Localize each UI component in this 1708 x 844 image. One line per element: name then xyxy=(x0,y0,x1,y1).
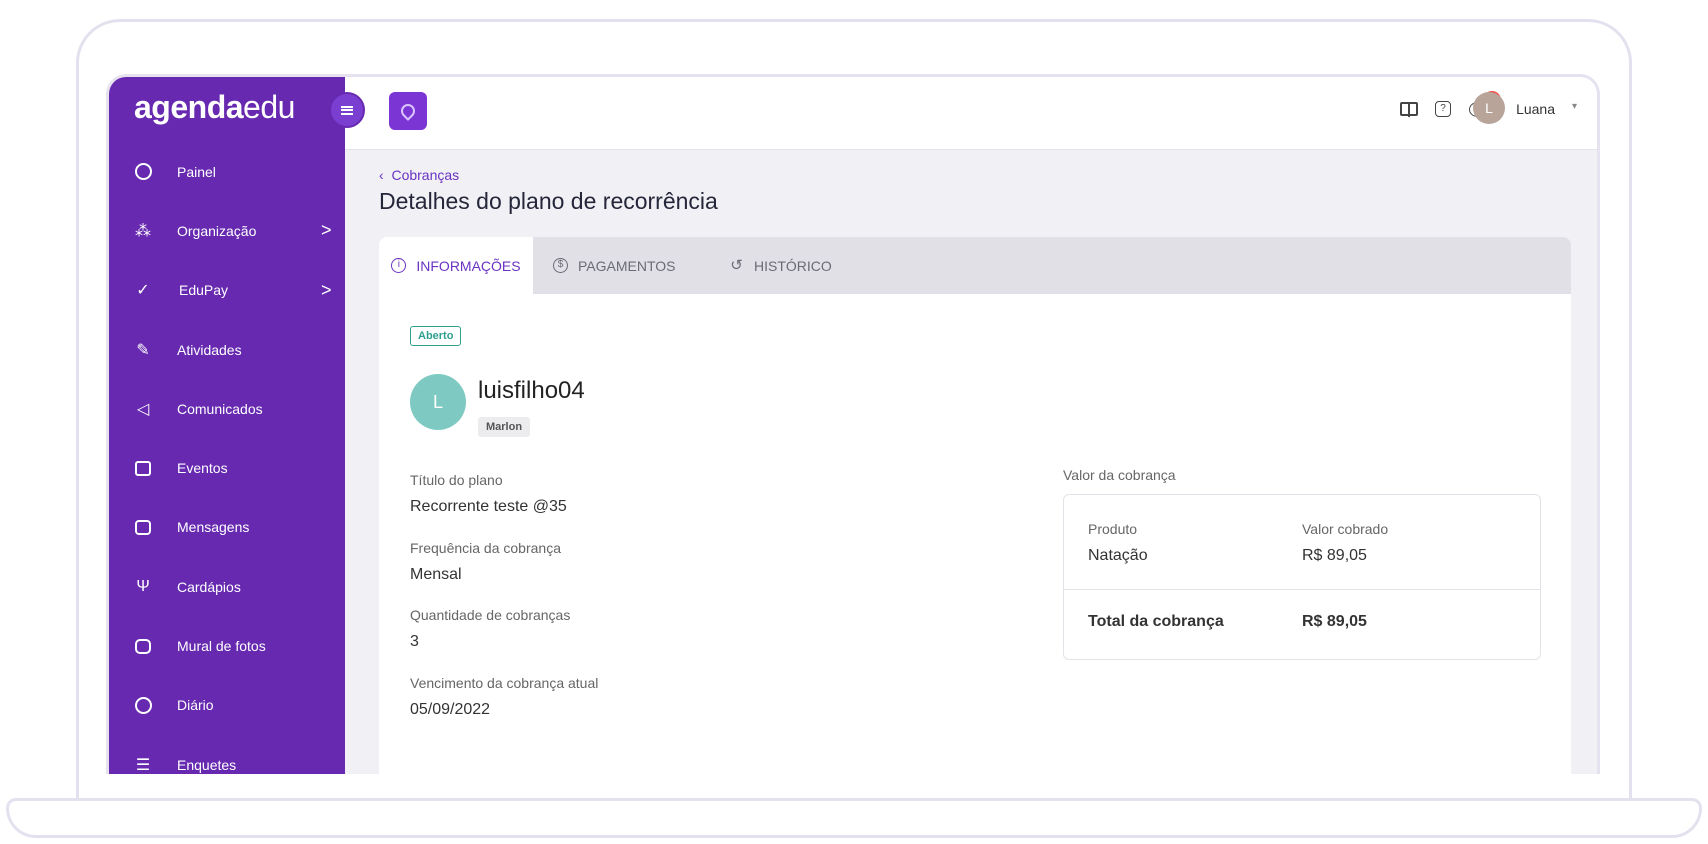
breadcrumb-link[interactable]: Cobranças xyxy=(391,167,459,183)
sidebar-item-label: Mensagens xyxy=(177,519,250,536)
guardian-tag: Marlon xyxy=(478,417,531,437)
chat-icon xyxy=(132,516,154,538)
field-label-vencimento: Vencimento da cobrança atual xyxy=(410,675,599,691)
gift-icon[interactable] xyxy=(1399,99,1419,119)
sidebar-item-label: Atividades xyxy=(177,341,242,358)
sidebar-item-label: Comunicados xyxy=(177,400,263,417)
field-value-vencimento: 05/09/2022 xyxy=(410,701,491,718)
sidebar-item-diario[interactable]: Diário xyxy=(109,676,345,735)
tab-pagamentos[interactable]: $ PAGAMENTOS xyxy=(553,237,676,294)
check-pen-icon: ✓ xyxy=(136,282,150,300)
product-header: Produto xyxy=(1088,521,1138,537)
field-value-quantidade: 3 xyxy=(410,633,419,650)
field-label-quantidade: Quantidade de cobranças xyxy=(410,607,571,623)
logo-bold-text: agenda xyxy=(134,89,244,125)
laptop-base xyxy=(6,798,1702,838)
field-label-frequencia: Frequência da cobrança xyxy=(410,540,561,556)
user-name[interactable]: Luana xyxy=(1516,101,1555,117)
field-label-titulo: Título do plano xyxy=(410,472,503,488)
value-header: Valor cobrado xyxy=(1302,521,1389,537)
sidebar-item-label: Cardápios xyxy=(177,578,241,595)
hamburger-icon xyxy=(341,105,353,115)
top-bar: ? 8 L Luana ▾ xyxy=(345,77,1597,150)
sidebar: agendaedu Painel ⁂ Organização > ✓ EduPa… xyxy=(109,77,345,774)
chevron-left-icon: ‹ xyxy=(379,167,384,183)
sidebar-item-organizacao[interactable]: ⁂ Organização > xyxy=(109,201,345,260)
list-icon: ☰ xyxy=(135,756,151,774)
sidebar-item-enquetes[interactable]: ☰ Enquetes xyxy=(109,735,345,774)
tab-historico[interactable]: ↺ HISTÓRICO xyxy=(729,237,832,294)
logo-light-text: edu xyxy=(243,89,295,125)
clock-icon xyxy=(132,694,154,716)
tab-label: PAGAMENTOS xyxy=(578,257,676,274)
sidebar-item-label: Painel xyxy=(177,163,216,180)
user-avatar[interactable]: L xyxy=(1473,92,1505,124)
sidebar-item-label: Eventos xyxy=(177,460,228,477)
page-title: Detalhes do plano de recorrência xyxy=(379,188,718,214)
cutlery-icon: Ψ xyxy=(136,577,150,595)
gauge-icon xyxy=(132,161,154,183)
chevron-down-icon[interactable]: ▾ xyxy=(1572,101,1577,112)
sidebar-item-label: EduPay xyxy=(179,282,229,299)
sidebar-item-mensagens[interactable]: Mensagens xyxy=(109,498,345,557)
app-screen: agendaedu Painel ⁂ Organização > ✓ EduPa… xyxy=(106,74,1600,774)
tab-informacoes[interactable]: i INFORMAÇÕES xyxy=(379,237,533,294)
agenda-edu-logo[interactable]: agendaedu xyxy=(134,89,295,126)
menu-toggle-button[interactable] xyxy=(329,92,365,128)
sidebar-item-label: Diário xyxy=(177,697,214,714)
charge-section-label: Valor da cobrança xyxy=(1063,467,1176,483)
sidebar-item-edupay[interactable]: ✓ EduPay > xyxy=(109,261,345,320)
total-label: Total da cobrança xyxy=(1088,613,1224,630)
sidebar-item-label: Organização xyxy=(177,222,257,239)
sidebar-item-mural-de-fotos[interactable]: Mural de fotos xyxy=(109,616,345,675)
history-icon: ↺ xyxy=(730,257,743,274)
tab-bar: i INFORMAÇÕES $ PAGAMENTOS ↺ HISTÓRICO xyxy=(379,237,1571,294)
product-value: R$ 89,05 xyxy=(1302,547,1367,564)
status-badge: Aberto xyxy=(410,326,462,346)
plan-details-card: i INFORMAÇÕES $ PAGAMENTOS ↺ HISTÓRICO A… xyxy=(379,237,1571,774)
total-value: R$ 89,05 xyxy=(1302,613,1367,630)
megaphone-icon: ◁ xyxy=(136,400,150,418)
field-value-titulo: Recorrente teste @35 xyxy=(410,498,567,515)
tab-label: HISTÓRICO xyxy=(754,257,832,274)
sidebar-item-comunicados[interactable]: ◁ Comunicados xyxy=(109,379,345,438)
camera-icon xyxy=(132,635,154,657)
help-icon[interactable]: ? xyxy=(1433,99,1453,119)
sidebar-item-label: Mural de fotos xyxy=(177,638,266,655)
product-name: Natação xyxy=(1088,547,1148,564)
charge-summary-box: Produto Valor cobrado Natação R$ 89,05 T… xyxy=(1063,494,1541,660)
sidebar-item-painel[interactable]: Painel xyxy=(109,142,345,201)
chevron-right-icon: > xyxy=(321,279,332,300)
main-content: ‹ Cobranças Detalhes do plano de recorrê… xyxy=(345,150,1597,774)
sidebar-item-atividades[interactable]: ✎ Atividades xyxy=(109,320,345,379)
tab-label: INFORMAÇÕES xyxy=(416,257,521,274)
breadcrumb[interactable]: ‹ Cobranças xyxy=(379,167,459,183)
sidebar-nav: Painel ⁂ Organização > ✓ EduPay > ✎ Ativ… xyxy=(109,142,345,774)
student-avatar: L xyxy=(410,374,466,430)
sidebar-item-label: Enquetes xyxy=(177,756,237,773)
calendar-icon xyxy=(132,457,154,479)
divider xyxy=(1064,589,1540,590)
org-chart-icon: ⁂ xyxy=(135,222,151,240)
sidebar-item-eventos[interactable]: Eventos xyxy=(109,438,345,497)
app-logo-icon[interactable] xyxy=(389,92,427,130)
pencil-icon: ✎ xyxy=(136,341,150,359)
chevron-right-icon: > xyxy=(321,220,332,241)
sidebar-item-cardapios[interactable]: Ψ Cardápios xyxy=(109,557,345,616)
field-value-frequencia: Mensal xyxy=(410,566,462,583)
dollar-icon: $ xyxy=(553,258,568,273)
student-name: luisfilho04 xyxy=(478,377,585,404)
info-icon: i xyxy=(391,258,407,273)
